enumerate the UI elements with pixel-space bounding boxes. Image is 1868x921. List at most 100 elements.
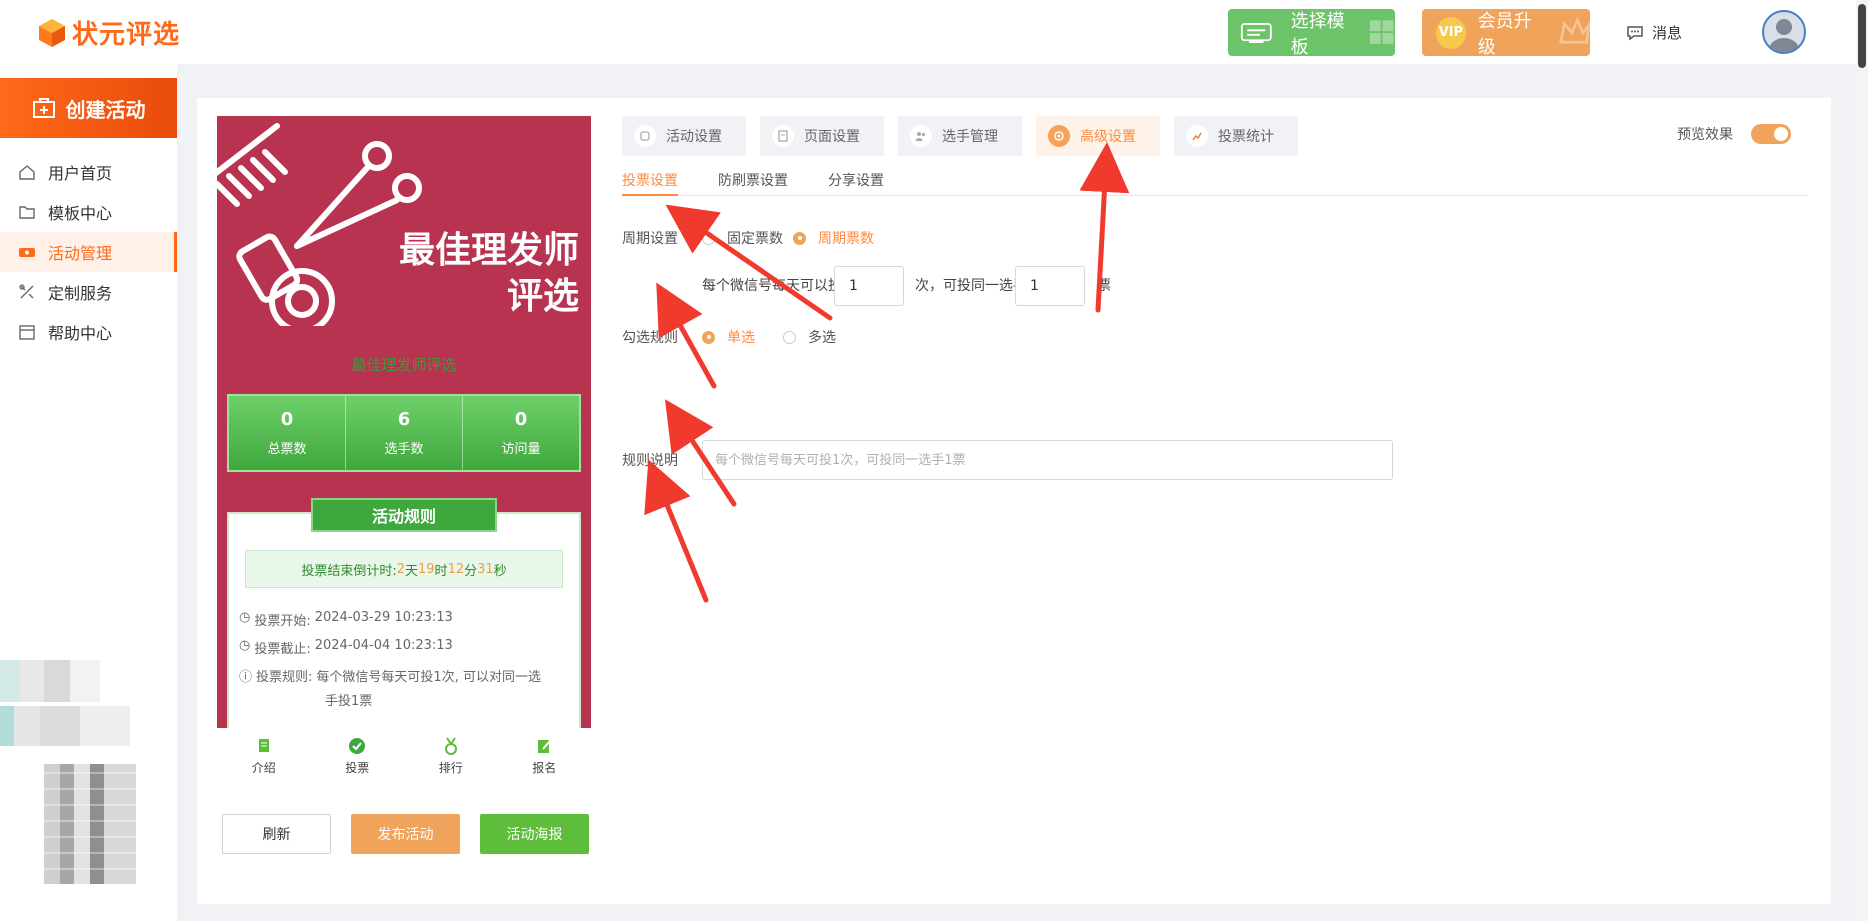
logo[interactable]: 状元评选 — [38, 14, 180, 51]
tab-label: 投票统计 — [1218, 129, 1274, 145]
phone-tab-label: 投票 — [345, 760, 370, 775]
phone-tab-label: 介绍 — [251, 760, 276, 775]
user-avatar-icon — [1768, 19, 1800, 52]
create-activity-button[interactable]: 创建活动 — [0, 78, 177, 138]
radio-label: 单选 — [727, 330, 755, 346]
refresh-button[interactable]: 刷新 — [222, 814, 331, 854]
cycle-settings-label: 周期设置 — [622, 231, 678, 247]
radio-single-choice[interactable]: 单选 — [702, 327, 755, 347]
sidebar-item-label: 用户首页 — [48, 164, 113, 183]
sidebar-item-home[interactable]: 用户首页 — [0, 152, 177, 192]
phone-tab-signup[interactable]: 报名 — [498, 728, 592, 784]
page-icon — [772, 125, 794, 147]
radio-multi-choice[interactable]: 多选 — [783, 327, 836, 347]
sidebar-item-label: 模板中心 — [48, 204, 113, 223]
preview-effect-toggle[interactable] — [1751, 124, 1791, 144]
phone-tab-intro[interactable]: 介绍 — [217, 728, 311, 784]
page-scrollbar[interactable] — [1856, 0, 1868, 921]
vote-end-label: 投票截止: — [254, 642, 311, 657]
tab-activity-settings[interactable]: 活动设置 — [622, 116, 746, 156]
countdown-unit: 天 — [404, 563, 418, 579]
sidebar-item-label: 帮助中心 — [48, 324, 113, 343]
tab-player-management[interactable]: 选手管理 — [898, 116, 1022, 156]
rules-box: 投票结束倒计时: 2天 19 时 12 分 31 秒 ◷ 投票开始: 2024-03-… — [227, 512, 581, 728]
document-icon — [258, 738, 269, 752]
choose-template-button[interactable]: 选择模板 — [1228, 9, 1395, 56]
settings-sub-tabs: 投票设置 防刷票设置 分享设置 — [622, 160, 1808, 196]
radio-cycle-votes[interactable]: 周期票数 — [793, 228, 874, 248]
cube-logo-icon — [39, 18, 65, 47]
daily-votes-input[interactable] — [834, 266, 904, 306]
sidebar-item-templates[interactable]: 模板中心 — [0, 192, 177, 232]
settings-icon — [634, 125, 656, 147]
per-day-prefix: 每个微信号每天可以投 — [702, 278, 842, 294]
rules-title-ribbon: 活动规则 — [311, 498, 497, 532]
activity-poster-button[interactable]: 活动海报 — [480, 814, 589, 854]
vip-upgrade-label: 会员升级 — [1477, 10, 1532, 57]
subtab-anti-fraud-settings[interactable]: 防刷票设置 — [718, 160, 788, 196]
sidebar-item-custom-service[interactable]: 定制服务 — [0, 272, 177, 312]
barber-tools-illustration-icon — [217, 123, 422, 326]
tab-vote-statistics[interactable]: 投票统计 — [1174, 116, 1298, 156]
tab-advanced-settings[interactable]: 高级设置 — [1036, 116, 1160, 156]
add-box-icon — [32, 98, 55, 118]
stats-icon — [1186, 125, 1208, 147]
radio-circle-icon — [783, 330, 796, 344]
countdown-unit: 分 — [464, 563, 478, 579]
per-player-unit: 票 — [1097, 278, 1111, 294]
per-day-mid: 次，可投同一选手 — [915, 278, 1027, 294]
tab-label: 选手管理 — [942, 129, 998, 145]
scrollbar-thumb[interactable] — [1858, 4, 1866, 68]
phone-preview: 最佳理发师 评选 最佳理发师评选 0 总票数 6 选手数 0 访问量 投票结束倒… — [217, 116, 591, 728]
box-icon — [19, 325, 35, 340]
phone-tab-vote[interactable]: 投票 — [311, 728, 405, 784]
publish-activity-button[interactable]: 发布活动 — [351, 814, 460, 854]
subtab-share-settings[interactable]: 分享设置 — [828, 160, 884, 196]
countdown-seconds: 31 — [477, 561, 494, 577]
clock-icon: ◷ — [239, 638, 251, 653]
crown-decor-icon — [1558, 15, 1590, 44]
stat-label: 访问量 — [501, 442, 541, 457]
radio-checked-icon — [702, 330, 715, 344]
tab-page-settings[interactable]: 页面设置 — [760, 116, 884, 156]
blurred-area — [0, 706, 177, 746]
sidebar-item-activity-management[interactable]: 活动管理 — [0, 232, 177, 272]
stat-value: 6 — [397, 409, 411, 430]
vip-badge-icon: VIP — [1436, 16, 1466, 49]
stat-label: 总票数 — [267, 442, 307, 457]
subtab-vote-settings[interactable]: 投票设置 — [622, 160, 678, 196]
vote-rule-line: ⓘ 投票规则: 每个微信号每天可投1次, 可以对同一选 — [239, 666, 541, 685]
vote-rule-text: 每个微信号每天可投1次, 可以对同一选 — [316, 670, 541, 685]
vote-end-line: ◷ 投票截止: 2024-04-04 10:23:13 — [239, 638, 453, 657]
poster-title-line: 评选 — [506, 276, 579, 317]
phone-tab-ranking[interactable]: 排行 — [404, 728, 498, 784]
radio-fixed-votes[interactable]: 固定票数 — [702, 228, 783, 248]
grid-decor-icon — [1369, 19, 1394, 44]
radio-circle-icon — [702, 231, 715, 245]
vip-upgrade-button[interactable]: VIP 会员升级 — [1422, 9, 1590, 56]
rule-description-input[interactable] — [702, 440, 1393, 480]
create-activity-label: 创建活动 — [65, 97, 146, 122]
vote-icon — [349, 737, 366, 754]
radio-label: 多选 — [808, 330, 836, 346]
countdown-unit: 秒 — [493, 563, 507, 579]
radio-label: 周期票数 — [818, 231, 874, 247]
same-player-votes-input[interactable] — [1015, 266, 1085, 306]
countdown-prefix: 投票结束倒计时: — [301, 563, 397, 579]
blurred-area — [0, 660, 177, 702]
ticket-icon — [19, 248, 35, 257]
stat-total-votes: 0 总票数 — [229, 396, 346, 470]
top-header: 状元评选 选择模板 VIP 会员升级 消息 — [0, 0, 1868, 64]
preview-effect-label: 预览效果 — [1677, 127, 1733, 143]
preview-effect-control: 预览效果 — [1677, 124, 1791, 144]
folder-icon — [19, 206, 35, 219]
sidebar-item-help-center[interactable]: 帮助中心 — [0, 312, 177, 352]
messages-link[interactable]: 消息 — [1626, 22, 1682, 43]
target-icon — [1048, 125, 1070, 147]
avatar[interactable] — [1762, 10, 1806, 54]
vote-start-line: ◷ 投票开始: 2024-03-29 10:23:13 — [239, 610, 453, 629]
vote-rule-line-2: 手投1票 — [325, 690, 372, 709]
radio-checked-icon — [793, 231, 806, 245]
tools-icon — [19, 284, 34, 299]
main-content: 最佳理发师 评选 最佳理发师评选 0 总票数 6 选手数 0 访问量 投票结束倒… — [197, 98, 1831, 904]
